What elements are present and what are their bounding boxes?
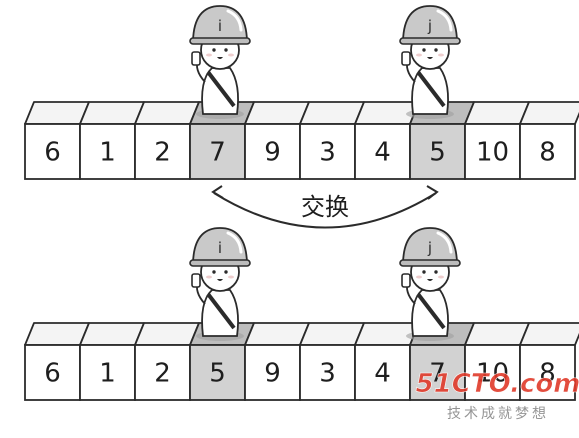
bottom-row-cell-top-0 <box>24 322 90 346</box>
pointer-i-bottom-radio-icon <box>191 273 201 288</box>
pointer-i-top-blush-left <box>206 53 212 57</box>
top-row-cell-value-3: 7 <box>209 138 226 168</box>
bottom-row-cell-value-1: 1 <box>99 359 116 389</box>
pointer-j-top-eye-right <box>434 48 438 52</box>
bottom-row-cell-top-2 <box>134 322 200 346</box>
pointer-j-top-radio-icon <box>401 51 411 66</box>
top-row-cell-value-1: 1 <box>99 138 116 168</box>
top-row-cell-value-4: 9 <box>264 138 281 168</box>
pointer-i-top-blush-right <box>228 53 234 57</box>
bottom-row-cell-top-4 <box>244 322 310 346</box>
pointer-j-top-eye-left <box>422 48 426 52</box>
watermark: 51CTO.com 技术成就梦想 <box>415 369 579 422</box>
top-row-cell-value-9: 8 <box>539 138 556 168</box>
bottom-row-cell-value-0: 6 <box>44 359 61 389</box>
watermark-tagline: 技术成就梦想 <box>447 406 549 422</box>
pointer-j-top-blush-left <box>416 53 422 57</box>
pointer-i-top-helmet-brim <box>189 37 251 45</box>
swap-label: 交换 <box>301 193 349 221</box>
pointer-i-top-radio-icon <box>191 51 201 66</box>
pointer-j-bottom-radio-icon <box>401 273 411 288</box>
pointer-i-bottom-label: i <box>218 239 222 257</box>
pointer-j-bottom-eye-left <box>422 270 426 274</box>
top-row-cell-top-5 <box>299 101 365 125</box>
top-row-cell-top-4 <box>244 101 310 125</box>
array-row-before: 6 1 2 7 9 3 4 5 10 8 <box>24 101 579 180</box>
pointer-j-bottom-blush-right <box>438 275 444 279</box>
pointer-i-top-eye-left <box>212 48 216 52</box>
top-row-cell-top-1 <box>79 101 145 125</box>
swap-diagram: 6 1 2 7 9 3 4 5 10 8 6 1 2 5 9 3 4 7 10 8 i j i j 交换 51CTO.co… <box>0 0 579 434</box>
pointer-j-top-blush-right <box>438 53 444 57</box>
watermark-logo: 51CTO.com <box>416 369 579 399</box>
pointer-i-bottom-blush-left <box>206 275 212 279</box>
pointer-j-top-label: j <box>427 17 432 35</box>
pointer-j-bottom-helmet-brim <box>399 259 461 267</box>
bottom-row-cell-value-6: 4 <box>374 359 391 389</box>
bottom-row-cell-top-9 <box>519 322 579 346</box>
pointer-j-top-helmet-brim <box>399 37 461 45</box>
top-row-cell-top-8 <box>464 101 530 125</box>
pointer-i-bottom-eye-left <box>212 270 216 274</box>
pointer-j-bottom-label: j <box>427 239 432 257</box>
top-row-cell-value-0: 6 <box>44 138 61 168</box>
top-row-cell-value-2: 2 <box>154 138 171 168</box>
top-row-cell-value-7: 5 <box>429 138 446 168</box>
pointer-i-top-eye-right <box>224 48 228 52</box>
bottom-row-cell-top-8 <box>464 322 530 346</box>
bottom-row-cell-top-1 <box>79 322 145 346</box>
bottom-row-cell-top-5 <box>299 322 365 346</box>
top-row-cell-value-6: 4 <box>374 138 391 168</box>
pointer-j-bottom-eye-right <box>434 270 438 274</box>
bottom-row-cell-value-5: 3 <box>319 359 336 389</box>
bottom-row-cell-value-2: 2 <box>154 359 171 389</box>
top-row-cell-top-9 <box>519 101 579 125</box>
pointer-i-bottom-blush-right <box>228 275 234 279</box>
top-row-cell-top-2 <box>134 101 200 125</box>
bottom-row-cell-value-4: 9 <box>264 359 281 389</box>
top-row-cell-value-5: 3 <box>319 138 336 168</box>
top-row-cell-value-8: 10 <box>476 138 509 168</box>
bottom-row-cell-value-3: 5 <box>209 359 226 389</box>
pointer-j-bottom-blush-left <box>416 275 422 279</box>
top-row-cell-top-0 <box>24 101 90 125</box>
swap-arrow: 交换 <box>211 185 439 229</box>
pointer-i-top-label: i <box>218 17 222 35</box>
pointer-i-bottom-helmet-brim <box>189 259 251 267</box>
pointer-i-bottom-eye-right <box>224 270 228 274</box>
diagram-canvas: 6 1 2 7 9 3 4 5 10 8 6 1 2 5 9 3 4 7 10 8 i j i j 交换 51CTO.co… <box>24 5 579 422</box>
